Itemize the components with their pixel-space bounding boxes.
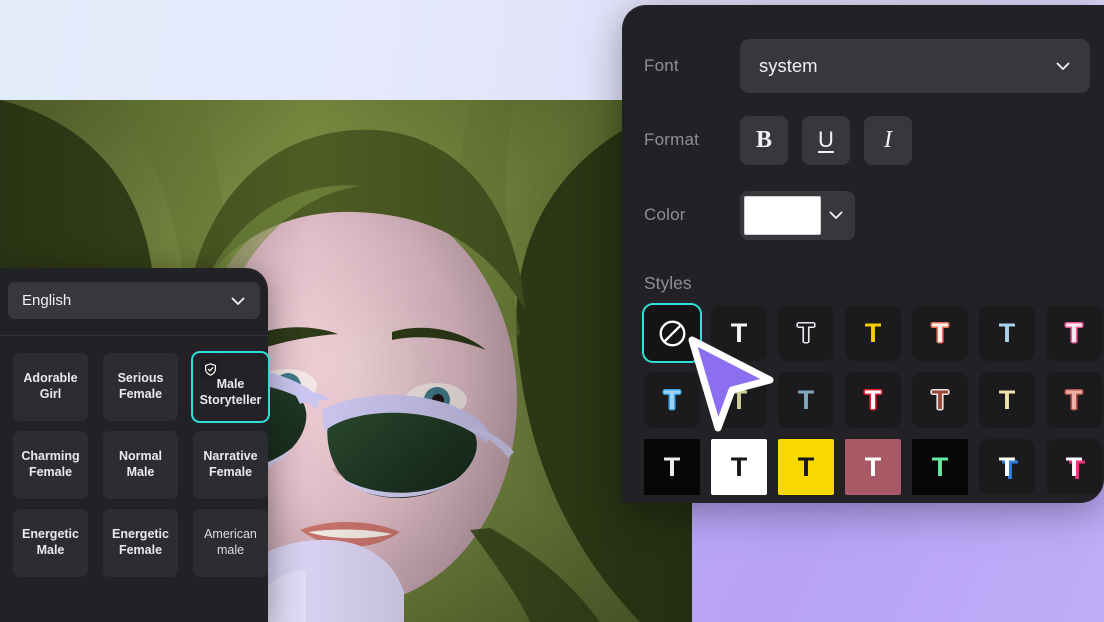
voice-item-serious-female[interactable]: Serious Female [103,353,178,421]
styles-grid: T T T T T T T T T T T T T T T T T T T T [644,305,1102,495]
style-glyph: T [998,384,1016,415]
style-tile-outline-white[interactable]: T [778,305,834,361]
style-tile-white-coral-outline[interactable]: T [912,305,968,361]
style-tile-solid-yellow[interactable]: T [845,305,901,361]
voice-item-energetic-male[interactable]: Energetic Male [13,509,88,577]
style-glyph: T [797,451,815,482]
style-glyph: T [998,451,1016,482]
style-glyph: T [730,451,748,482]
voice-item-energetic-female[interactable]: Energetic Female [103,509,178,577]
style-glyph: T [931,451,949,482]
style-glyph: T [663,384,681,415]
bold-button[interactable]: B [740,115,788,165]
style-tile-glow-blue[interactable]: T [644,372,700,428]
voice-item-label: American male [204,527,257,557]
style-tile-white-red-outline[interactable]: T [845,372,901,428]
style-tile-mauve-bg-white-t[interactable]: T [845,439,901,495]
language-select[interactable]: English [8,282,260,319]
text-style-panel: Font system Format B U I Color Styles T … [622,5,1104,503]
style-tile-light-blue[interactable]: T [979,305,1035,361]
app-screen: Font system Format B U I Color Styles T … [0,0,1104,622]
voice-panel: English Adorable Girl Serious Female Male … [0,268,268,622]
styles-label: Styles [644,273,692,293]
style-tile-white-pink-shadow[interactable]: T [1046,439,1102,495]
style-tile-black-bg-white-t[interactable]: T [644,439,700,495]
style-glyph: T [730,317,748,348]
italic-button[interactable]: I [864,115,912,165]
style-tile-no-style[interactable] [644,305,700,361]
underline-button[interactable]: U [802,115,850,165]
font-value: system [759,54,818,76]
color-row: Color [644,190,1090,240]
style-glyph: T [1065,317,1083,348]
style-tile-salmon-outline[interactable]: T [1046,372,1102,428]
voice-item-label: Energetic Male [22,527,79,557]
voice-item-charming-female[interactable]: Charming Female [13,431,88,499]
voice-item-label: Male Storyteller [199,377,262,407]
voice-item-american-male[interactable]: American male [193,509,268,577]
style-glyph: T [1065,384,1083,415]
style-glyph: T [797,317,815,348]
voice-grid: Adorable Girl Serious Female Male Storytel… [13,353,268,577]
font-label: Font [644,55,679,75]
style-glyph: T [663,451,681,482]
format-label: Format [644,130,700,149]
panel-divider [0,335,268,336]
ban-icon [659,320,685,346]
style-tile-rust-white-outline[interactable]: T [912,372,968,428]
color-picker[interactable] [740,190,855,240]
font-row: Font system [644,38,1090,93]
style-glyph: T [1065,451,1083,482]
voice-item-label: Serious Female [117,371,164,401]
chevron-down-icon [1054,57,1072,75]
font-select[interactable]: system [740,38,1090,93]
voice-item-male-storyteller[interactable]: Male Storyteller [193,353,268,421]
voice-item-label: Energetic Female [112,527,169,557]
style-glyph: T [931,317,949,348]
voice-item-label: Adorable Girl [23,371,78,401]
style-glyph: T [931,384,949,415]
style-tile-plain-white[interactable]: T [711,305,767,361]
voice-item-narrative-female[interactable]: Narrative Female [193,431,268,499]
shield-check-icon [200,359,220,379]
chevron-down-icon [229,292,247,310]
voice-item-adorable-girl[interactable]: Adorable Girl [13,353,88,421]
color-label: Color [644,205,686,224]
language-value: English [22,292,72,309]
style-glyph: T [998,317,1016,348]
chevron-down-icon [827,206,845,224]
style-tile-steel-blue[interactable]: T [778,372,834,428]
style-glyph: T [864,317,882,348]
voice-item-normal-male[interactable]: Normal Male [103,431,178,499]
style-tile-white-pink-outline[interactable]: T [1046,305,1102,361]
format-row: Format B U I [644,115,1090,165]
style-tile-cream[interactable]: T [979,372,1035,428]
voice-item-label: Charming Female [21,449,80,479]
style-tile-white-blue-shadow[interactable]: T [979,439,1035,495]
style-glyph: T [797,384,815,415]
color-swatch[interactable] [744,195,821,235]
style-tile-hidden-by-cursor[interactable]: T [711,372,767,428]
style-tile-yellow-bg-black-t[interactable]: T [778,439,834,495]
style-glyph: T [864,451,882,482]
style-tile-black-bg-green-t[interactable]: T [912,439,968,495]
voice-item-label: Narrative Female [203,449,258,479]
style-glyph: T [864,384,882,415]
voice-item-label: Normal Male [118,449,163,479]
style-tile-white-bg-black-t[interactable]: T [711,439,767,495]
style-glyph: T [730,384,748,415]
